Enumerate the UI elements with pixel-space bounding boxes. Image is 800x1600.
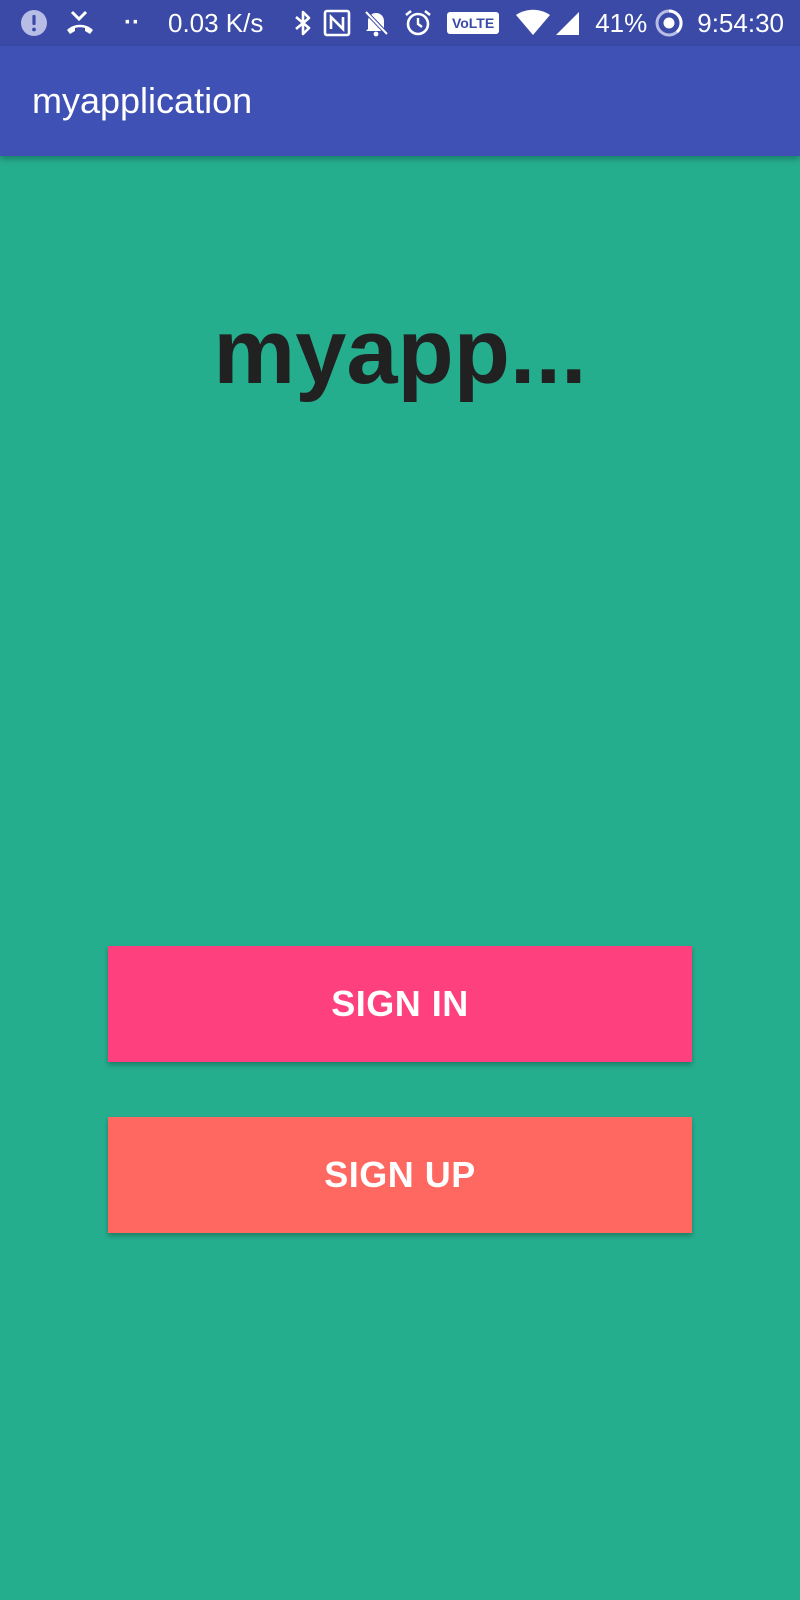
- cell-signal-icon: [555, 0, 581, 46]
- app-title: myapplication: [32, 80, 253, 121]
- app-bar: myapplication: [0, 46, 800, 156]
- battery-percent: 41%: [595, 8, 648, 38]
- network-speed: 0.03 K/s: [167, 8, 264, 38]
- status-time: 9:54:30: [697, 8, 784, 38]
- status-bar: ·· 0.03 K/s VoLTE 41% 9:54:30: [0, 0, 800, 46]
- missed-call-icon: [64, 0, 96, 46]
- sign-in-button[interactable]: SIGN IN: [108, 946, 692, 1062]
- notifications-off-icon: [363, 0, 389, 46]
- nfc-icon: [323, 0, 351, 46]
- status-bar-left: ·· 0.03 K/s: [0, 0, 263, 46]
- status-dots: ··: [124, 9, 140, 36]
- sign-up-button[interactable]: SIGN UP: [108, 1117, 692, 1233]
- hero-title: myapp...: [213, 301, 587, 403]
- volte-badge: VoLTE: [446, 12, 500, 34]
- battery-icon: [655, 0, 683, 46]
- bluetooth-icon: [293, 0, 313, 46]
- volte-icon: VoLTE: [446, 0, 500, 46]
- wifi-icon: [515, 0, 551, 46]
- alarm-icon: [403, 0, 433, 46]
- alert-icon: [20, 0, 48, 46]
- status-bar-right: VoLTE 41% 9:54:30: [293, 0, 800, 46]
